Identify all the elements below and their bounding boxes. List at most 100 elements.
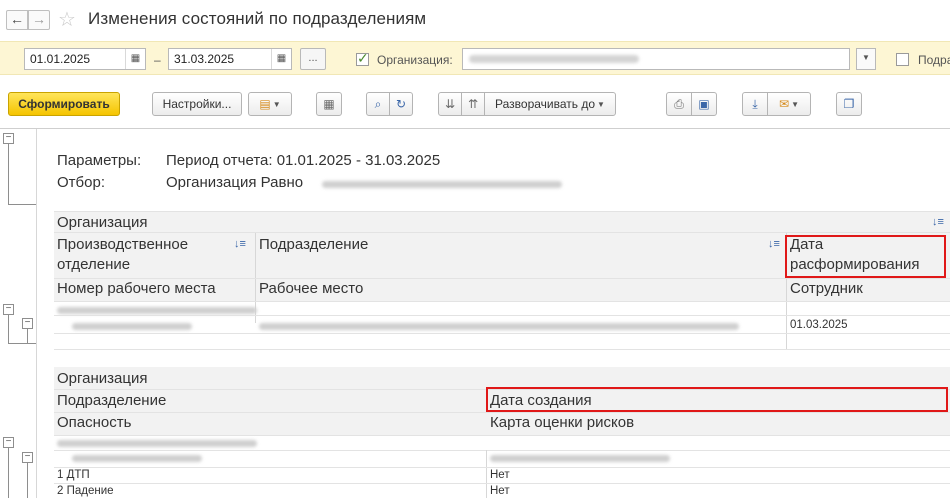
copy-button[interactable]: ❐ bbox=[836, 92, 862, 116]
org-row-redacted bbox=[57, 440, 257, 447]
row-line bbox=[54, 412, 950, 413]
table2-header-hazard: Опасность bbox=[57, 414, 132, 431]
copy-icon: ❐ bbox=[843, 97, 855, 111]
variants-button[interactable]: ▤ ▼ bbox=[248, 92, 292, 116]
search-icon: ⌕ bbox=[374, 97, 382, 111]
hazard-row-value: Нет bbox=[490, 469, 510, 481]
date-from-field[interactable]: 01.01.2025 ▦ bbox=[24, 48, 146, 70]
print-preview-icon: ▣ bbox=[698, 97, 710, 111]
group-line bbox=[8, 343, 36, 344]
collapse-all-button[interactable]: ⇈ bbox=[461, 92, 485, 116]
hazard-row-name: 1 ДТП bbox=[57, 469, 90, 481]
date-range-dash: – bbox=[154, 53, 161, 67]
row-line bbox=[54, 211, 950, 212]
group-line bbox=[8, 315, 9, 343]
report-params-bar: 01.01.2025 ▦ – 31.03.2025 ▦ ... Организа… bbox=[0, 41, 950, 75]
chevron-down-icon: ▼ bbox=[791, 100, 799, 109]
subdivision-row-redacted bbox=[72, 323, 192, 330]
expand-to-button[interactable]: Разворачивать до ▼ bbox=[484, 92, 616, 116]
chevron-down-icon: ▼ bbox=[272, 100, 281, 109]
subdivision-name-redacted bbox=[259, 323, 739, 330]
filter-label: Отбор: bbox=[57, 174, 105, 191]
row-line bbox=[54, 349, 950, 350]
table1-header-employee: Сотрудник bbox=[790, 280, 863, 297]
table-view-button[interactable]: ▦ bbox=[316, 92, 342, 116]
params-label: Параметры: bbox=[57, 152, 142, 169]
table1-header-subdivision: Подразделение bbox=[259, 236, 369, 253]
collapse-groups-icon: ⇈ bbox=[467, 97, 479, 111]
table2-header-subdivision: Подразделение bbox=[57, 392, 167, 409]
subdivision-checkbox[interactable] bbox=[896, 53, 909, 66]
forward-arrow-icon[interactable]: → bbox=[28, 10, 50, 30]
row-line bbox=[54, 450, 950, 451]
organization-input[interactable] bbox=[462, 48, 850, 70]
row-line bbox=[54, 278, 950, 279]
group-line bbox=[8, 144, 9, 204]
row-line bbox=[54, 483, 950, 484]
date-to-value: 31.03.2025 bbox=[174, 52, 235, 66]
subdivision-row-redacted bbox=[72, 455, 202, 462]
send-mail-button[interactable]: ✉ ▼ bbox=[767, 92, 811, 116]
collapse-group-icon[interactable]: − bbox=[22, 318, 33, 329]
row-disband-date: 01.03.2025 bbox=[790, 319, 848, 331]
col-divider bbox=[486, 450, 487, 498]
table2-header-organization: Организация bbox=[57, 370, 148, 387]
sort-icon[interactable]: ↓≡ bbox=[768, 238, 780, 250]
calendar-icon[interactable]: ▦ bbox=[271, 49, 291, 69]
search-button[interactable]: ⌕ bbox=[366, 92, 390, 116]
table1-header-workplace: Рабочее место bbox=[259, 280, 364, 297]
table1-header-organization: Организация bbox=[57, 214, 148, 231]
favorite-star-icon[interactable]: ☆ bbox=[58, 7, 76, 32]
subdivision-label: Подра bbox=[918, 53, 950, 67]
row-line bbox=[54, 333, 950, 334]
row-line bbox=[54, 435, 950, 436]
table-icon: ▦ bbox=[323, 97, 335, 111]
params-value: Период отчета: 01.01.2025 - 31.03.2025 bbox=[166, 152, 441, 169]
report-spreadsheet[interactable]: − − − − − Параметры: Период отчета: 01.0… bbox=[0, 128, 950, 498]
outline-divider bbox=[36, 129, 37, 498]
envelope-icon: ✉ bbox=[779, 97, 790, 111]
variants-icon: ▤ bbox=[259, 97, 271, 111]
sort-icon[interactable]: ↓≡ bbox=[932, 216, 944, 228]
group-line bbox=[27, 463, 28, 498]
search-next-button[interactable]: ↻ bbox=[389, 92, 413, 116]
print-button[interactable]: ⎙ bbox=[666, 92, 692, 116]
table1-header-prod-unit: Производственное bbox=[57, 236, 189, 253]
row-line bbox=[54, 315, 950, 316]
expand-to-label: Разворачивать до bbox=[495, 97, 596, 111]
chevron-down-icon[interactable]: ▼ bbox=[856, 48, 876, 70]
highlight-box bbox=[785, 235, 946, 278]
collapse-group-icon[interactable]: − bbox=[3, 437, 14, 448]
generate-button[interactable]: Сформировать bbox=[8, 92, 120, 116]
expand-groups-icon: ⇊ bbox=[444, 97, 456, 111]
save-button[interactable]: ⤓ bbox=[742, 92, 768, 116]
printer-icon: ⎙ bbox=[674, 97, 684, 111]
row-line bbox=[54, 232, 950, 233]
group-line bbox=[27, 329, 28, 343]
period-select-button[interactable]: ... bbox=[300, 48, 326, 70]
calendar-icon[interactable]: ▦ bbox=[125, 49, 145, 69]
print-preview-button[interactable]: ▣ bbox=[691, 92, 717, 116]
table2-header-risk-map: Карта оценки рисков bbox=[490, 414, 635, 431]
search-next-icon: ↻ bbox=[395, 97, 407, 111]
organization-label: Организация: bbox=[377, 53, 453, 67]
collapse-group-icon[interactable]: − bbox=[22, 452, 33, 463]
row-line bbox=[54, 301, 950, 302]
collapse-group-icon[interactable]: − bbox=[3, 304, 14, 315]
organization-checkbox[interactable] bbox=[356, 50, 369, 67]
row-line bbox=[54, 467, 950, 468]
sort-icon[interactable]: ↓≡ bbox=[234, 238, 246, 250]
group-line bbox=[8, 204, 36, 205]
back-arrow-icon[interactable]: ← bbox=[6, 10, 28, 30]
org-row-redacted bbox=[57, 307, 257, 314]
grouping-outline: − − − − − bbox=[0, 129, 36, 498]
highlight-box bbox=[486, 387, 948, 412]
collapse-group-icon[interactable]: − bbox=[3, 133, 14, 144]
date-to-field[interactable]: 31.03.2025 ▦ bbox=[168, 48, 292, 70]
settings-button[interactable]: Настройки... bbox=[152, 92, 242, 116]
table1-header-workplace-number: Номер рабочего места bbox=[57, 280, 216, 297]
table1-header-prod-unit-line2: отделение bbox=[57, 256, 131, 273]
organization-value-redacted bbox=[469, 55, 639, 63]
expand-all-button[interactable]: ⇊ bbox=[438, 92, 462, 116]
page-title: Изменения состояний по подразделениям bbox=[88, 9, 427, 28]
